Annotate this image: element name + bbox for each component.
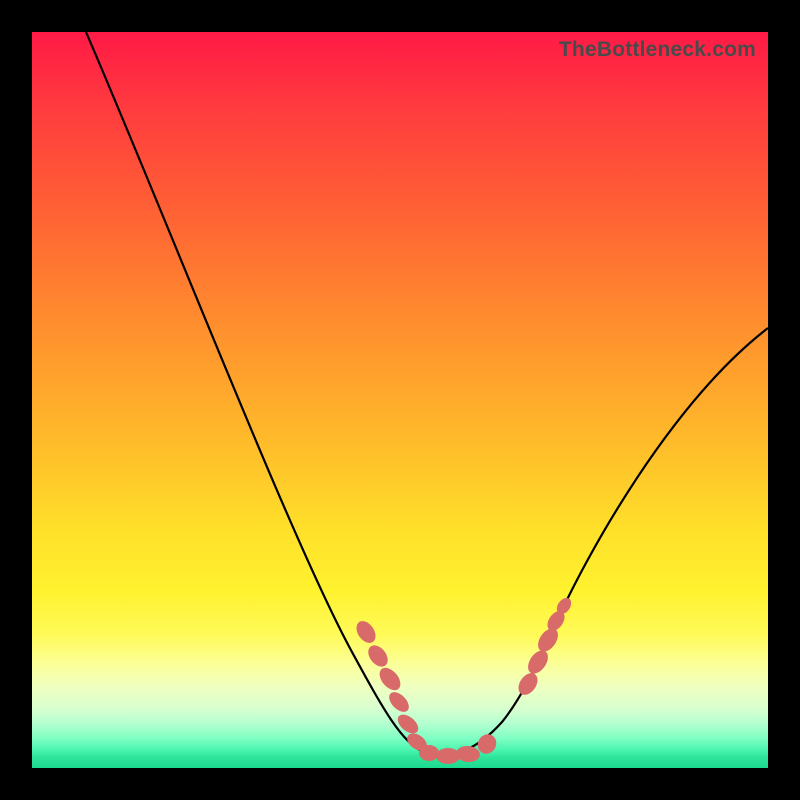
curve-marker (524, 647, 552, 677)
plot-area: TheBottleneck.com (32, 32, 768, 768)
curve-marker (353, 618, 380, 647)
curve-marker (515, 670, 542, 699)
curve-marker (386, 689, 413, 716)
curve-markers (353, 595, 575, 764)
watermark-text: TheBottleneck.com (559, 38, 756, 62)
curve-marker (376, 664, 405, 694)
bottleneck-curve (86, 32, 768, 755)
curve-marker (364, 642, 391, 671)
curve-marker (534, 625, 562, 655)
curve-marker (436, 748, 460, 764)
curve-marker (455, 745, 480, 763)
bottleneck-curve-svg (32, 32, 768, 768)
curve-marker (419, 745, 439, 761)
curve-marker (394, 711, 421, 737)
chart-frame: TheBottleneck.com (0, 0, 800, 800)
